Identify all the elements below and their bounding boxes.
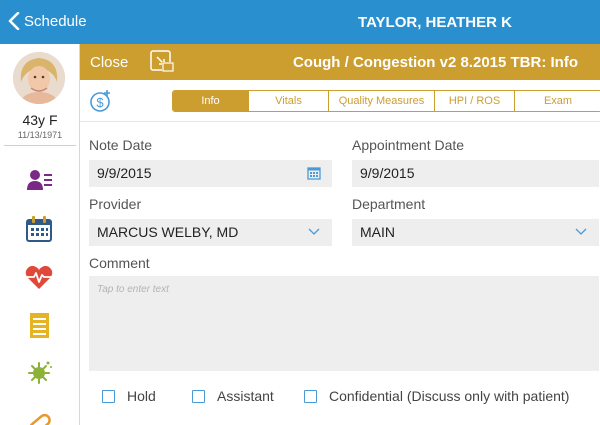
provider-select[interactable]: MARCUS WELBY, MD (89, 219, 332, 246)
confidential-checkbox[interactable] (304, 389, 317, 403)
assistant-checkbox-row[interactable]: Assistant (192, 388, 274, 404)
chevron-down-icon (575, 228, 587, 235)
avatar-photo (13, 52, 65, 104)
assistant-checkbox[interactable] (192, 389, 205, 403)
back-button[interactable]: Schedule (8, 12, 87, 30)
patient-age-sex: 43y F (22, 112, 58, 128)
sidebar: 43y F 11/13/1971 (0, 44, 80, 425)
export-icon[interactable] (150, 50, 176, 74)
note-date-value: 9/9/2015 (97, 165, 152, 181)
department-value: MAIN (360, 224, 395, 240)
comment-placeholder: Tap to enter text (97, 284, 169, 295)
tab-quality-measures[interactable]: Quality Measures (329, 91, 435, 111)
confidential-label: Confidential (Discuss only with patient) (329, 388, 570, 404)
chevron-down-icon (308, 228, 320, 235)
avatar[interactable] (13, 52, 65, 104)
hold-label: Hold (127, 388, 156, 404)
chevron-left-icon (8, 12, 20, 30)
provider-label: Provider (89, 196, 142, 212)
svg-text:$: $ (96, 95, 104, 110)
patient-list-icon[interactable] (24, 166, 54, 196)
hold-checkbox-row[interactable]: Hold (102, 388, 156, 404)
comment-label: Comment (89, 255, 150, 271)
section-tabs: Info Vitals Quality Measures HPI / ROS E… (172, 90, 600, 112)
tab-info[interactable]: Info (173, 91, 249, 111)
divider (4, 145, 76, 146)
close-button[interactable]: Close (90, 54, 128, 71)
virus-icon[interactable] (24, 358, 54, 388)
assistant-label: Assistant (217, 388, 274, 404)
tab-hpi-ros[interactable]: HPI / ROS (435, 91, 515, 111)
provider-value: MARCUS WELBY, MD (97, 224, 239, 240)
appointment-date-field[interactable]: 9/9/2015 (352, 160, 599, 187)
confidential-checkbox-row[interactable]: Confidential (Discuss only with patient) (304, 388, 569, 404)
calendar-icon[interactable] (24, 214, 54, 244)
tab-vitals[interactable]: Vitals (249, 91, 329, 111)
appointment-date-label: Appointment Date (352, 137, 465, 153)
department-label: Department (352, 196, 426, 212)
tab-row: $ Info Vitals Quality Measures HPI / ROS… (80, 80, 600, 122)
back-label: Schedule (24, 12, 87, 30)
note-date-label: Note Date (89, 137, 153, 153)
billing-dollar-icon[interactable]: $ (88, 88, 114, 114)
appointment-date-value: 9/9/2015 (360, 165, 415, 181)
patient-name: TAYLOR, HEATHER K (358, 14, 512, 31)
comment-textarea[interactable]: Tap to enter text (89, 276, 599, 371)
note-date-field[interactable]: 9/9/2015 (89, 160, 332, 187)
top-nav-bar: Schedule TAYLOR, HEATHER K (0, 0, 600, 44)
tab-exam[interactable]: Exam (515, 91, 600, 111)
note-header-bar: Close Cough / Congestion v2 8.2015 TBR: … (80, 44, 600, 80)
pill-icon[interactable] (24, 408, 54, 425)
note-title: Cough / Congestion v2 8.2015 TBR: Info (292, 54, 578, 71)
hold-checkbox[interactable] (102, 389, 115, 403)
patient-dob: 11/13/1971 (17, 130, 63, 140)
document-list-icon[interactable] (24, 310, 54, 340)
calendar-picker-icon[interactable] (306, 165, 322, 181)
heart-rate-icon[interactable] (24, 262, 54, 292)
department-select[interactable]: MAIN (352, 219, 599, 246)
